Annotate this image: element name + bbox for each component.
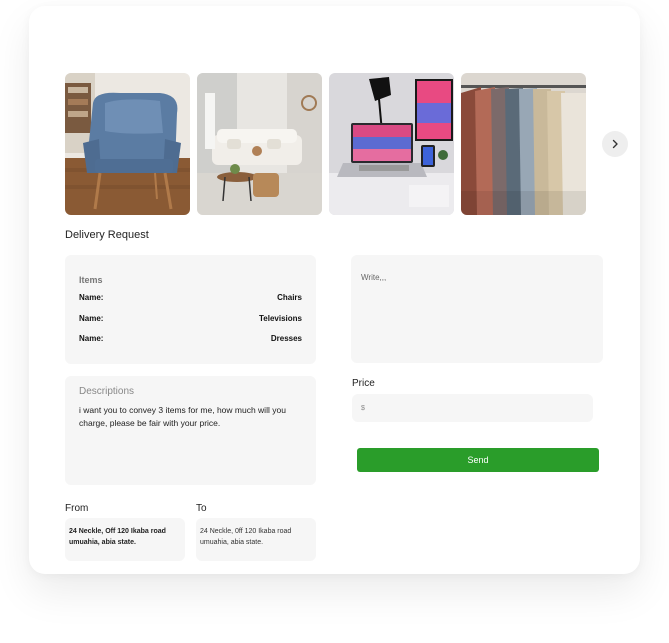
item-row: Name: Dresses (79, 334, 302, 346)
item-key: Name: (79, 293, 104, 302)
desk-laptop-image[interactable] (329, 73, 454, 215)
item-key: Name: (79, 334, 104, 343)
next-image-button[interactable] (602, 131, 628, 157)
description-label: Descriptions (79, 386, 135, 397)
item-value: Chairs (277, 293, 302, 302)
description-text: i want you to convey 3 items for me, how… (79, 405, 286, 428)
item-row: Name: Televisions (79, 314, 302, 326)
send-button[interactable]: Send (357, 448, 599, 472)
item-row: Name: Chairs (79, 293, 302, 305)
message-input[interactable] (351, 255, 603, 363)
to-address-field[interactable]: 24 Neckle, 0ff 120 Ikaba road umuahia, a… (196, 518, 316, 561)
chevron-right-icon (612, 139, 618, 149)
living-room-image[interactable] (197, 73, 322, 215)
message-panel (351, 255, 603, 363)
items-title: Items (79, 275, 103, 285)
description-panel: Descriptions i want you to convey 3 item… (65, 376, 316, 485)
item-key: Name: (79, 314, 104, 323)
item-value: Televisions (259, 314, 302, 323)
section-title: Delivery Request (65, 229, 149, 241)
price-panel (352, 394, 593, 422)
from-address-field[interactable]: 24 Neckle, Off 120 Ikaba road umuahia, a… (65, 518, 185, 561)
chair-image[interactable] (65, 73, 190, 215)
price-input[interactable] (352, 394, 593, 422)
from-label: From (65, 503, 89, 514)
price-label: Price (352, 378, 375, 389)
from-address: 24 Neckle, Off 120 Ikaba road umuahia, a… (69, 528, 166, 546)
to-label: To (196, 503, 207, 514)
item-value: Dresses (270, 334, 302, 343)
clothes-rack-image[interactable] (461, 73, 586, 215)
to-address: 24 Neckle, 0ff 120 Ikaba road umuahia, a… (200, 528, 292, 546)
items-panel: Items Name: Chairs Name: Televisions Nam… (65, 255, 316, 364)
